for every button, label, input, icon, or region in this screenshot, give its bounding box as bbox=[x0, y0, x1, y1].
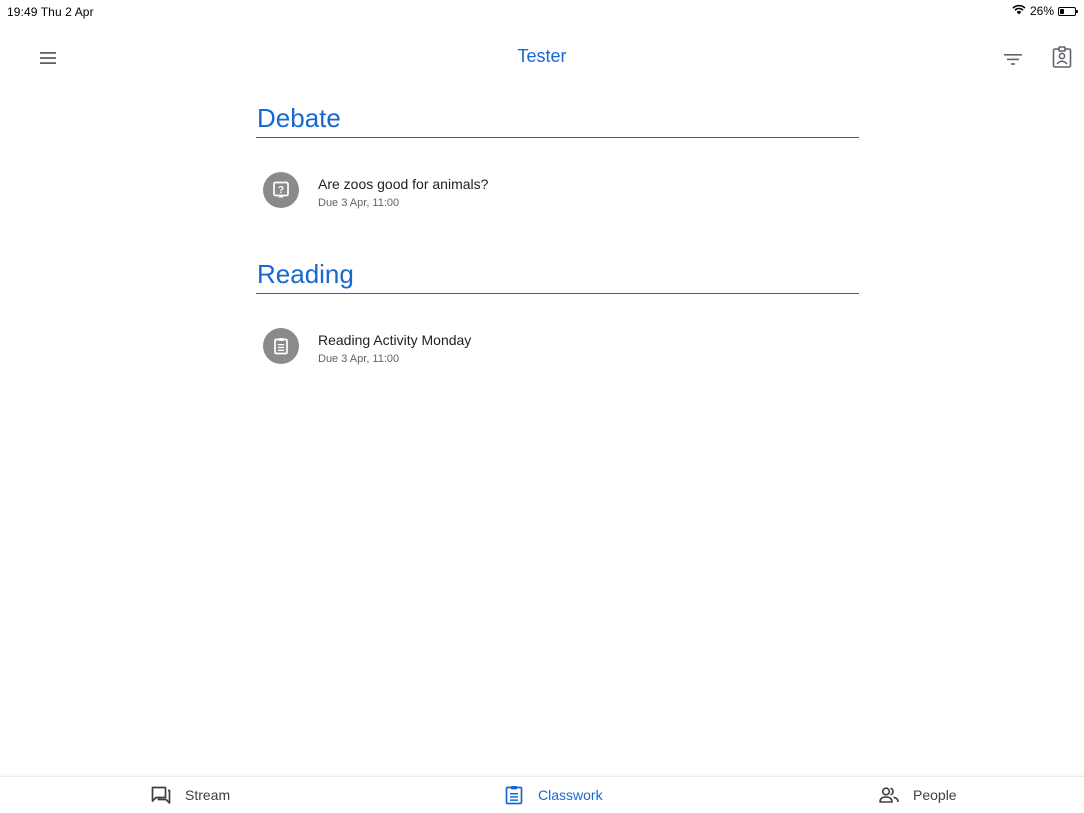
filter-button[interactable] bbox=[1001, 47, 1025, 71]
item-title: Are zoos good for animals? bbox=[318, 176, 489, 192]
item-title: Reading Activity Monday bbox=[318, 332, 472, 348]
battery-icon bbox=[1058, 6, 1078, 16]
battery-level bbox=[1060, 8, 1064, 14]
topic-section-debate: Debate ? Are zoos good for animals? Due … bbox=[256, 92, 859, 248]
filter-icon bbox=[1004, 54, 1022, 65]
assignment-icon bbox=[263, 328, 299, 364]
question-icon: ? bbox=[263, 172, 299, 208]
topic-title: Debate bbox=[256, 92, 859, 138]
people-icon bbox=[878, 784, 900, 806]
classroom-screen: 19:49 Thu 2 Apr 26% Tester Debate ? Are … bbox=[0, 0, 1084, 813]
classwork-list: Debate ? Are zoos good for animals? Due … bbox=[256, 92, 859, 404]
stream-icon bbox=[150, 784, 172, 806]
svg-text:?: ? bbox=[278, 185, 284, 196]
topic-section-reading: Reading Reading Activity Monday Due 3 Ap… bbox=[256, 248, 859, 404]
profile-icon bbox=[1052, 46, 1072, 68]
app-bar: Tester bbox=[0, 22, 1084, 92]
profile-button[interactable] bbox=[1050, 44, 1074, 70]
tab-label: Classwork bbox=[538, 787, 603, 803]
tab-classwork[interactable]: Classwork bbox=[503, 777, 603, 813]
tab-label: Stream bbox=[185, 787, 231, 803]
class-title: Tester bbox=[517, 46, 567, 66]
tab-label: People bbox=[913, 787, 957, 803]
tab-stream[interactable]: Stream bbox=[150, 777, 230, 813]
wifi-icon bbox=[1012, 4, 1026, 18]
bottom-navigation: Stream Classwork People bbox=[0, 776, 1084, 813]
tab-people[interactable]: People bbox=[878, 777, 957, 813]
status-bar: 19:49 Thu 2 Apr 26% bbox=[0, 0, 1084, 22]
classwork-icon bbox=[503, 784, 525, 806]
status-indicators: 26% bbox=[1012, 4, 1078, 18]
status-time-date: 19:49 Thu 2 Apr bbox=[7, 5, 94, 19]
item-due-date: Due 3 Apr, 11:00 bbox=[318, 353, 400, 365]
battery-percentage: 26% bbox=[1029, 4, 1054, 18]
topic-title: Reading bbox=[256, 248, 859, 294]
item-due-date: Due 3 Apr, 11:00 bbox=[318, 197, 400, 209]
classwork-item[interactable]: Reading Activity Monday Due 3 Apr, 11:00 bbox=[256, 294, 859, 404]
classwork-item[interactable]: ? Are zoos good for animals? Due 3 Apr, … bbox=[256, 138, 859, 248]
